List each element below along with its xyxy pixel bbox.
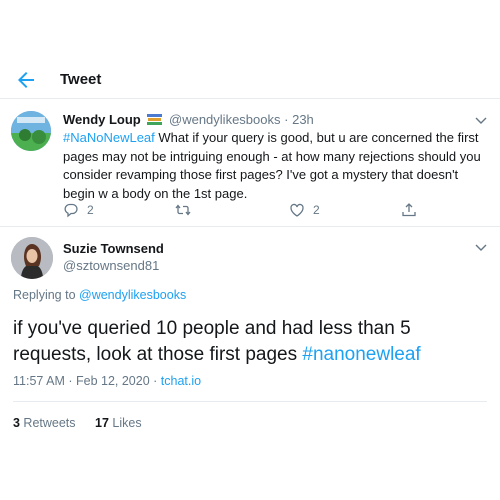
author-handle[interactable]: @wendylikesbooks xyxy=(169,112,280,127)
tweet-text: #NaNoNewLeaf What if your query is good,… xyxy=(63,129,483,203)
chevron-down-icon[interactable] xyxy=(474,113,488,127)
retweets-stat[interactable]: 3 Retweets xyxy=(13,416,76,430)
back-arrow-icon[interactable] xyxy=(14,68,38,92)
tweet-actions: 2 2 xyxy=(63,202,443,220)
meta-separator: · xyxy=(284,112,289,127)
tweet-text: if you've queried 10 people and had less… xyxy=(13,316,483,368)
tweet-stats: 3 Retweets 17 Likes xyxy=(13,416,158,430)
page-title: Tweet xyxy=(60,71,102,88)
chevron-down-icon[interactable] xyxy=(474,240,488,254)
share-icon xyxy=(402,203,416,217)
avatar[interactable] xyxy=(11,237,53,279)
source-link[interactable]: tchat.io xyxy=(161,374,201,388)
replying-to: Replying to @wendylikesbooks xyxy=(13,288,187,302)
like-icon xyxy=(290,203,304,217)
author-name[interactable]: Wendy Loup xyxy=(63,112,141,127)
tweet-header: Tweet xyxy=(0,62,500,99)
parent-tweet[interactable]: Wendy Loup @wendylikesbooks · 23h #NaNoN… xyxy=(0,100,500,227)
retweet-button[interactable] xyxy=(175,202,199,218)
author-handle[interactable]: @sztownsend81 xyxy=(63,258,159,273)
avatar[interactable] xyxy=(11,111,51,151)
likes-stat[interactable]: 17 Likes xyxy=(95,416,142,430)
tweet-meta: Wendy Loup @wendylikesbooks · 23h xyxy=(63,112,314,127)
hashtag-link[interactable]: #NaNoNewLeaf xyxy=(63,130,155,145)
tweet-time[interactable]: 23h xyxy=(292,112,314,127)
reply-button[interactable]: 2 xyxy=(63,202,94,218)
tweet-timestamp: 11:57 AM · Feb 12, 2020 · tchat.io xyxy=(13,374,202,388)
like-button[interactable]: 2 xyxy=(289,202,320,218)
replying-to-link[interactable]: @wendylikesbooks xyxy=(79,288,186,302)
reply-icon xyxy=(64,203,78,218)
hashtag-link[interactable]: #nanonewleaf xyxy=(302,344,420,365)
reply-count: 2 xyxy=(87,203,94,217)
retweet-icon xyxy=(175,204,191,216)
author-name[interactable]: Suzie Townsend xyxy=(63,241,164,256)
share-button[interactable] xyxy=(401,202,417,218)
like-count: 2 xyxy=(313,203,320,217)
divider xyxy=(13,401,487,402)
books-icon xyxy=(147,114,163,125)
